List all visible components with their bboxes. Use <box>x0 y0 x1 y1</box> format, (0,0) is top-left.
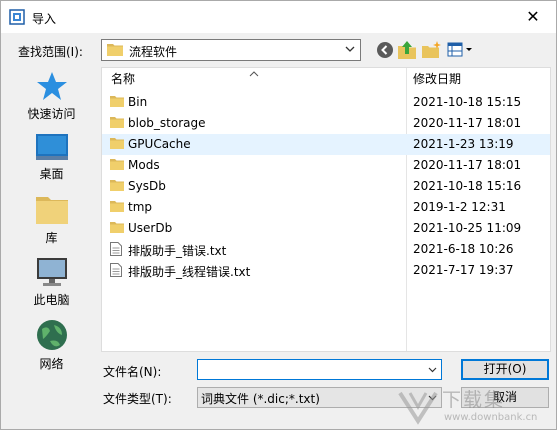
close-icon: ✕ <box>526 7 540 26</box>
folder-icon <box>110 200 124 214</box>
file-name: GPUCache <box>128 137 191 151</box>
file-date: 2021-1-23 13:19 <box>413 137 514 151</box>
file-row[interactable]: tmp 2019-1-2 12:31 <box>102 197 550 218</box>
library-icon <box>35 197 68 224</box>
sort-ascending-icon <box>249 67 259 77</box>
look-in-dropdown[interactable]: 流程软件 <box>101 39 361 61</box>
place-label: 此电脑 <box>33 293 70 307</box>
file-name: tmp <box>128 200 153 214</box>
place-label: 库 <box>45 231 58 245</box>
new-folder-button[interactable] <box>422 41 442 59</box>
file-name-input[interactable] <box>200 361 420 378</box>
folder-icon <box>110 116 124 130</box>
app-icon <box>9 9 25 25</box>
file-name-label: 文件名(N): <box>103 365 162 379</box>
file-name: Bin <box>128 95 148 109</box>
place-desktop[interactable]: 桌面 <box>8 133 95 191</box>
folder-icon <box>110 158 124 172</box>
desktop-icon <box>35 134 68 160</box>
file-date: 2020-11-17 18:01 <box>413 158 522 172</box>
network-icon <box>36 320 67 350</box>
file-type-value: 词典文件 (*.dic;*.txt) <box>201 392 320 406</box>
this-pc-icon <box>36 258 67 286</box>
file-name: Mods <box>128 158 160 172</box>
file-row[interactable]: UserDb 2021-10-25 11:09 <box>102 218 550 239</box>
import-dialog: 导入 ✕ 查找范围(I): 流程软件 快速访问 桌面 库 此电脑 网络 名称 修… <box>0 0 557 430</box>
place-quick-access[interactable]: 快速访问 <box>8 71 95 129</box>
chevron-down-icon[interactable] <box>427 364 438 375</box>
file-name: UserDb <box>128 221 173 235</box>
look-in-value: 流程软件 <box>129 45 178 59</box>
file-name-combo[interactable] <box>197 359 442 380</box>
file-name: 排版助手_线程错误.txt <box>128 265 251 279</box>
watermark-url: www.downbank.cn <box>444 412 538 423</box>
file-row[interactable]: 排版助手_错误.txt 2021-6-18 10:26 <box>102 239 550 260</box>
file-name: blob_storage <box>128 116 206 130</box>
open-button[interactable]: 打开(O) <box>461 359 549 380</box>
column-header-name[interactable]: 名称 <box>111 68 135 90</box>
place-label: 桌面 <box>39 167 64 181</box>
file-row[interactable]: 排版助手_线程错误.txt 2021-7-17 19:37 <box>102 260 550 281</box>
folder-icon <box>110 179 124 193</box>
file-row[interactable]: Bin 2021-10-18 15:15 <box>102 92 550 113</box>
watermark: 下载集 www.downbank.cn <box>396 385 556 429</box>
file-name: SysDb <box>128 179 166 193</box>
places-bar: 快速访问 桌面 库 此电脑 网络 <box>8 67 95 383</box>
file-row[interactable]: SysDb 2021-10-18 15:16 <box>102 176 550 197</box>
watermark-logo-icon <box>398 391 438 425</box>
folder-icon <box>110 221 124 235</box>
place-network[interactable]: 网络 <box>8 319 95 377</box>
file-date: 2021-7-17 19:37 <box>413 263 514 277</box>
title-bar[interactable]: 导入 ✕ <box>1 1 556 33</box>
file-date: 2019-1-2 12:31 <box>413 200 506 214</box>
text-file-icon <box>110 242 124 256</box>
file-name: 排版助手_错误.txt <box>128 244 227 258</box>
file-list[interactable]: 名称 修改日期 Bin 2021-10-18 15:15 blob_storag… <box>101 67 551 352</box>
file-date: 2021-6-18 10:26 <box>413 242 514 256</box>
file-row[interactable]: blob_storage 2020-11-17 18:01 <box>102 113 550 134</box>
place-this-pc[interactable]: 此电脑 <box>8 257 95 315</box>
place-label: 快速访问 <box>27 107 76 121</box>
folder-icon <box>110 137 124 151</box>
file-row-hovered[interactable]: GPUCache 2021-1-23 13:19 <box>102 134 550 155</box>
dialog-title: 导入 <box>32 12 57 26</box>
place-label: 网络 <box>39 357 64 371</box>
file-date: 2021-10-25 11:09 <box>413 221 522 235</box>
text-file-icon <box>110 263 124 277</box>
quick-access-star-icon <box>36 72 67 100</box>
look-in-label: 查找范围(I): <box>18 45 83 59</box>
watermark-text: 下载集 <box>442 389 506 411</box>
file-date: 2020-11-17 18:01 <box>413 116 522 130</box>
column-header-date[interactable]: 修改日期 <box>413 68 461 90</box>
file-date: 2021-10-18 15:16 <box>413 179 522 193</box>
folder-icon <box>107 43 123 56</box>
file-row[interactable]: Mods 2020-11-17 18:01 <box>102 155 550 176</box>
folder-icon <box>110 95 124 109</box>
back-button[interactable] <box>376 41 394 59</box>
chevron-down-icon <box>344 43 356 55</box>
file-date: 2021-10-18 15:15 <box>413 95 522 109</box>
place-library[interactable]: 库 <box>8 195 95 253</box>
up-folder-button[interactable] <box>398 40 416 60</box>
view-menu-button[interactable] <box>447 42 475 58</box>
file-type-label: 文件类型(T): <box>103 392 172 406</box>
close-button[interactable]: ✕ <box>510 1 556 32</box>
